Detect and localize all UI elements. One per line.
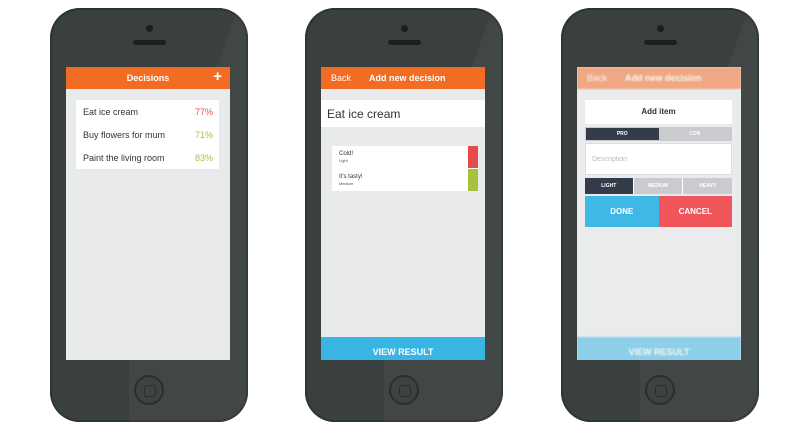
decision-percent: 71% — [194, 130, 213, 140]
phone-decisions-list: Decisions + Eat ice cream 77% Buy flower… — [50, 8, 249, 422]
screen: Back Add new decision VIEW RESULT Add it… — [577, 67, 741, 360]
items-card: Cold! Light It's tasty! Medium — [332, 146, 478, 191]
add-decision-icon[interactable]: + — [213, 68, 222, 86]
decision-title-bar: Eat ice cream — [321, 100, 485, 127]
type-toggle: PRO CON — [585, 127, 732, 141]
decision-percent: 83% — [194, 153, 213, 163]
dialog-title: Add item — [585, 100, 732, 124]
decision-label: Paint the living room — [83, 153, 165, 163]
weight-light-button[interactable]: LIGHT — [585, 178, 634, 194]
speaker-grille — [388, 40, 421, 45]
camera-icon — [401, 25, 408, 32]
nav-bar: Decisions + — [66, 67, 230, 89]
decision-list: Eat ice cream 77% Buy flowers for mum 71… — [76, 100, 219, 169]
camera-icon — [657, 25, 664, 32]
list-item[interactable]: It's tasty! Medium — [332, 169, 478, 191]
home-button[interactable] — [134, 375, 164, 405]
speaker-grille — [644, 40, 677, 45]
done-button[interactable]: DONE — [585, 196, 659, 227]
phone-add-item-modal: Back Add new decision VIEW RESULT Add it… — [561, 8, 760, 422]
list-item[interactable]: Buy flowers for mum 71% — [76, 123, 219, 146]
item-weight: Light — [339, 158, 348, 163]
decision-title: Eat ice cream — [327, 107, 401, 121]
back-button[interactable]: Back — [331, 73, 351, 83]
home-button[interactable] — [645, 375, 675, 405]
view-result-button[interactable]: VIEW RESULT — [321, 337, 485, 360]
item-name: It's tasty! — [339, 174, 363, 180]
weight-selector: LIGHT MEDIUM HEAVY — [585, 178, 732, 194]
list-item[interactable]: Paint the living room 83% — [76, 146, 219, 169]
camera-icon — [146, 25, 153, 32]
home-button[interactable] — [389, 375, 419, 405]
speaker-grille — [133, 40, 166, 45]
pro-indicator — [468, 169, 478, 191]
decision-label: Buy flowers for mum — [83, 130, 166, 140]
decision-label: Eat ice cream — [83, 107, 139, 117]
item-name: Cold! — [339, 151, 354, 157]
nav-bar: Back Add new decision — [321, 67, 485, 89]
screen: Decisions + Eat ice cream 77% Buy flower… — [66, 67, 230, 360]
con-indicator — [468, 146, 478, 168]
con-toggle[interactable]: CON — [658, 128, 731, 140]
screen: Back Add new decision Eat ice cream Cold… — [321, 67, 485, 360]
weight-medium-button[interactable]: MEDIUM — [633, 178, 684, 194]
list-item[interactable]: Cold! Light — [332, 146, 478, 168]
cancel-button[interactable]: CANCEL — [658, 196, 732, 227]
pro-toggle[interactable]: PRO — [586, 128, 659, 140]
phone-add-decision: Back Add new decision Eat ice cream Cold… — [305, 8, 504, 422]
nav-title: Decisions — [126, 73, 170, 83]
list-item[interactable]: Eat ice cream 77% — [76, 100, 219, 123]
add-item-dialog: Add item PRO CON LIGHT MEDIUM HEAVY DONE… — [585, 100, 732, 236]
weight-heavy-button[interactable]: HEAVY — [683, 178, 732, 194]
nav-title: Add new decision — [369, 73, 446, 83]
item-weight: Medium — [339, 181, 354, 186]
decision-percent: 77% — [194, 107, 213, 117]
description-input[interactable] — [585, 143, 732, 175]
